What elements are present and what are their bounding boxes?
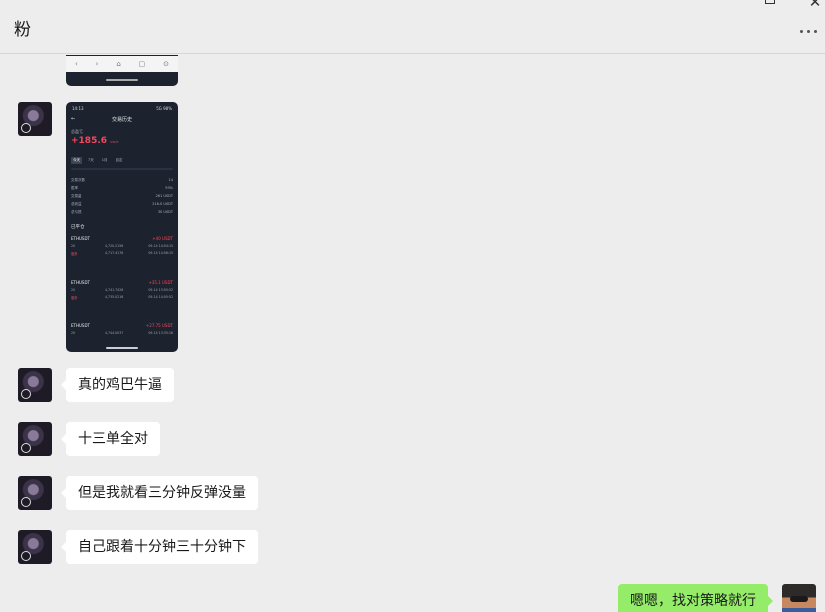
stat-row: 交易量 261 USDT	[71, 194, 173, 199]
message-bubble[interactable]: 十三单全对	[61, 422, 160, 456]
screenshot-header: 交易历史	[111, 117, 132, 123]
title-bar: 粉 ✕	[0, 0, 825, 54]
message-list[interactable]: ‹ › ⌂ ▢ ⊙ 14:13 5G 98% ← 交易历史 总盈亏 +185.6…	[0, 55, 825, 612]
close-icon[interactable]: ✕	[802, 0, 825, 10]
profit-unit: USDT	[110, 140, 119, 144]
tabs-icon: ▢	[138, 60, 146, 68]
trade-open-time: 09-14 13:35:16	[148, 331, 173, 335]
message-bubble[interactable]: 自己跟着十分钟三十分钟下	[61, 530, 258, 564]
trade-pnl: +27.75 USDT	[145, 323, 173, 328]
profit-number: +185.6	[71, 136, 108, 146]
stat-value: 30 USDT	[157, 210, 173, 214]
period-tabs: 今天 7天 1月 自定	[71, 157, 124, 164]
trade-leverage: 20	[71, 331, 76, 335]
trade-pnl: +40 USDT	[152, 236, 173, 241]
trade-side: 做多	[71, 296, 78, 300]
period-tab: 自定	[115, 158, 123, 162]
phone-nav-bar: ‹ › ⌂ ▢ ⊙	[66, 56, 178, 72]
contact-avatar[interactable]	[18, 530, 52, 564]
home-indicator	[106, 79, 138, 81]
stat-value: 93%	[165, 186, 173, 190]
menu-icon: ⊙	[163, 60, 170, 68]
stat-value: 261 USDT	[155, 194, 173, 198]
trade-open-price: 4,720.2156	[105, 244, 124, 248]
stat-label: 交易量	[71, 194, 82, 198]
stat-value: 14	[168, 178, 173, 182]
stat-row: 总亏损 30 USDT	[71, 210, 173, 215]
period-tab: 1月	[101, 158, 108, 162]
trade-close-price: 4,735.0216	[105, 295, 124, 299]
contact-avatar[interactable]	[18, 368, 52, 402]
period-tab: 7天	[88, 158, 94, 162]
stat-row: 交易次数 14	[71, 178, 173, 183]
home-icon: ⌂	[116, 60, 121, 68]
contact-avatar[interactable]	[18, 476, 52, 510]
closed-positions-title: 已平仓	[71, 225, 85, 230]
trade-card: ETHUSDT +27.75 USDT 20 4,744.0037 09-14 13:…	[71, 323, 173, 335]
maximize-icon[interactable]	[756, 0, 782, 10]
my-avatar[interactable]	[782, 584, 816, 612]
period-tab: 今天	[71, 157, 82, 164]
back-icon: ‹	[74, 60, 78, 68]
trade-open-price: 4,744.0037	[105, 331, 124, 335]
trade-card: ETHUSDT +40 USDT 20 4,720.2156 09-14 14:04:…	[71, 236, 173, 256]
chat-title: 粉	[14, 20, 31, 40]
trade-symbol: ETHUSDT	[71, 236, 90, 241]
phone-status-bar: 14:13 5G 98%	[72, 106, 172, 111]
trade-card: ETHUSDT +35.1 USDT 20 4,741.7426 09-14 13:5…	[71, 280, 173, 300]
stat-label: 交易次数	[71, 178, 85, 182]
status-time: 14:13	[72, 106, 84, 111]
contact-avatar[interactable]	[18, 422, 52, 456]
trade-open-time: 09-14 13:50:52	[148, 288, 173, 292]
stat-value: 216.0 USDT	[152, 202, 173, 206]
stat-row: 胜率 93%	[71, 186, 173, 191]
minimize-icon[interactable]	[710, 0, 736, 10]
trade-pnl: +35.1 USDT	[148, 280, 173, 285]
home-indicator	[106, 347, 138, 349]
contact-avatar[interactable]	[18, 102, 52, 136]
profit-value: +185.6 USDT	[71, 136, 118, 146]
trade-close-time: 09-14 14:00:52	[148, 295, 173, 299]
trade-side: 做多	[71, 252, 78, 256]
trade-symbol: ETHUSDT	[71, 280, 90, 285]
status-battery: 5G 98%	[156, 106, 172, 111]
stat-label: 胜率	[71, 186, 78, 190]
trade-leverage: 20	[71, 244, 76, 248]
stat-row: 总收益 216.0 USDT	[71, 202, 173, 207]
trade-open-time: 09-14 14:04:15	[148, 244, 173, 248]
forward-icon: ›	[95, 60, 99, 68]
stat-label: 总收益	[71, 202, 82, 206]
stat-label: 总亏损	[71, 210, 82, 214]
profit-label: 总盈亏	[71, 129, 83, 134]
trade-close-price: 4,717.4176	[105, 251, 124, 255]
trade-leverage: 20	[71, 288, 76, 292]
image-message-previous[interactable]: ‹ › ⌂ ▢ ⊙	[66, 55, 178, 86]
trade-open-price: 4,741.7426	[105, 288, 124, 292]
more-options-icon[interactable]	[800, 30, 822, 38]
message-bubble[interactable]: 但是我就看三分钟反弹没量	[61, 476, 258, 510]
my-message-bubble[interactable]: 嗯嗯，找对策略就行	[618, 584, 773, 612]
trade-symbol: ETHUSDT	[71, 323, 90, 328]
trade-close-time: 09-14 14:06:15	[148, 251, 173, 255]
image-message-trade-history[interactable]: 14:13 5G 98% ← 交易历史 总盈亏 +185.6 USDT 今天 7…	[66, 102, 178, 352]
notice-line	[71, 168, 173, 170]
message-bubble[interactable]: 真的鸡巴牛逼	[61, 368, 174, 402]
